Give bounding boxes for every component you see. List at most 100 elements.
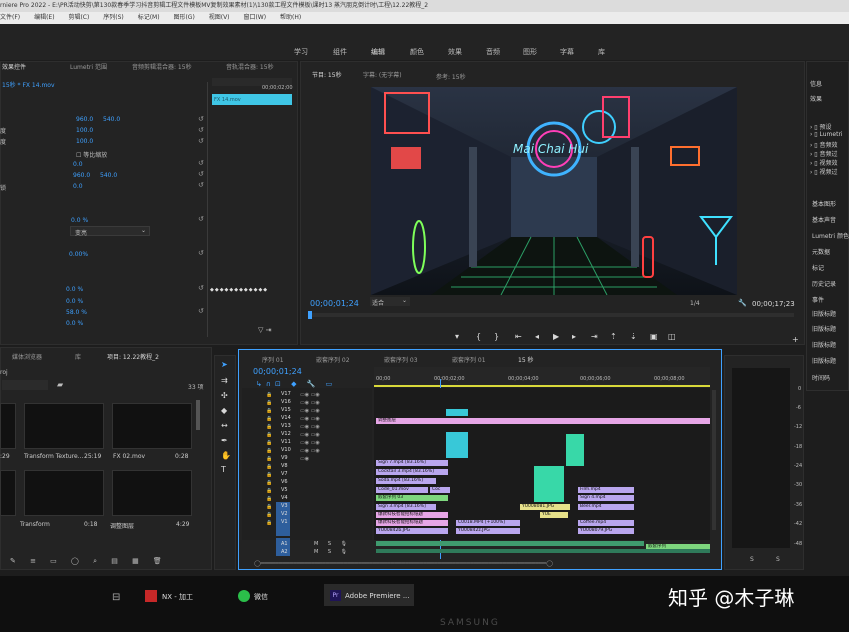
- param-pct-6[interactable]: 0.0 %: [66, 320, 83, 327]
- menu-help[interactable]: 帮助(H): [280, 14, 301, 21]
- timeline-clip[interactable]: YU008081.JPG: [520, 504, 570, 510]
- effects-tree-presets[interactable]: › ▯ 预设: [810, 122, 832, 131]
- timeline-clip[interactable]: Beer.mp4: [578, 504, 634, 510]
- reset-icon[interactable]: ↺: [198, 284, 204, 292]
- ws-learn[interactable]: 学习: [294, 47, 308, 57]
- anchor-y[interactable]: 540.0: [100, 172, 117, 179]
- track-label[interactable]: V9: [281, 455, 288, 461]
- tab-15sec[interactable]: 15 秒: [518, 355, 534, 364]
- comparison-view-icon[interactable]: ◫: [668, 332, 676, 341]
- time-remap-pct[interactable]: 0.00%: [69, 251, 88, 258]
- blend-mode-select[interactable]: 变亮 ⌄: [70, 226, 150, 237]
- hand-tool-icon[interactable]: ✋: [221, 451, 231, 460]
- track-label[interactable]: V15: [281, 407, 291, 413]
- panel-legacy-title-1[interactable]: 旧版标题: [812, 309, 836, 318]
- work-area-bar[interactable]: [374, 385, 710, 387]
- add-button-icon[interactable]: +: [792, 335, 799, 344]
- clip-cyan[interactable]: [446, 432, 468, 458]
- tab-effects[interactable]: 效果: [810, 94, 822, 103]
- timeline-clip[interactable]: Code_01.mov: [376, 487, 428, 493]
- taskbar-item-premiere[interactable]: Adobe Premiere ...: [345, 592, 410, 600]
- step-back-icon[interactable]: ◂: [535, 332, 539, 341]
- timeline-clip[interactable]: Sign 4.mp4: [578, 495, 634, 501]
- track-label[interactable]: V14: [281, 415, 291, 421]
- panel-legacy-title-3[interactable]: 旧版标题: [812, 340, 836, 349]
- timeline-clip[interactable]: YU008079.JPG: [578, 528, 634, 534]
- timeline-clip[interactable]: C0018.MP4 [+100%]: [456, 520, 520, 526]
- track-label[interactable]: V7: [281, 471, 288, 477]
- audio-track-controls[interactable]: M S 🎙: [314, 549, 351, 555]
- panel-lumetri-color[interactable]: Lumetri 颜色: [812, 231, 849, 240]
- panel-events[interactable]: 事件: [812, 295, 824, 304]
- extract-icon[interactable]: ⇣: [630, 332, 637, 341]
- menu-sequence[interactable]: 序列(S): [103, 14, 124, 21]
- ws-assembly[interactable]: 组件: [333, 47, 347, 57]
- menu-view[interactable]: 视图(V): [209, 14, 230, 21]
- track-label[interactable]: V11: [281, 439, 291, 445]
- ws-color[interactable]: 颜色: [410, 47, 424, 57]
- opacity-pct[interactable]: 0.0 %: [71, 217, 88, 224]
- track-label[interactable]: V3: [281, 503, 288, 509]
- reset-icon[interactable]: ↺: [198, 137, 204, 145]
- panel-markers[interactable]: 标记: [812, 263, 824, 272]
- clip-teal[interactable]: [566, 434, 584, 466]
- program-scrub-bar[interactable]: [308, 313, 794, 317]
- timeline-scrollbar[interactable]: [712, 390, 716, 530]
- timeline-clip[interactable]: 嵌套序列 03: [376, 495, 448, 501]
- lift-icon[interactable]: ⇡: [610, 332, 617, 341]
- menu-file[interactable]: 文件(F): [0, 14, 20, 21]
- mark-out-icon[interactable]: }: [494, 332, 499, 341]
- panel-timecode[interactable]: 时间码: [812, 373, 830, 382]
- taskbar-item-nx[interactable]: NX - 加工: [162, 592, 193, 602]
- razor-icon[interactable]: ◆: [221, 406, 227, 415]
- tab-nested-03[interactable]: 嵌套序列 03: [384, 355, 418, 364]
- go-to-out-icon[interactable]: ⇥: [591, 332, 598, 341]
- anchor-x[interactable]: 960.0: [73, 172, 90, 179]
- ws-libraries[interactable]: 库: [598, 47, 605, 57]
- go-to-in-icon[interactable]: ⇤: [515, 332, 522, 341]
- track-label[interactable]: V5: [281, 487, 288, 493]
- audio-clip[interactable]: [376, 541, 644, 546]
- track-label[interactable]: A1: [281, 541, 288, 547]
- timeline-clip[interactable]: Soda.mp4 [83.16%]: [376, 478, 436, 484]
- track-label[interactable]: V2: [281, 511, 288, 517]
- param-pct-5[interactable]: 58.0 %: [66, 309, 87, 316]
- tab-reference[interactable]: 参考: 15秒: [436, 72, 466, 81]
- menu-graphics[interactable]: 图形(G): [173, 14, 194, 21]
- track-label[interactable]: V10: [281, 447, 291, 453]
- timeline-clip[interactable]: Sign 3.mp4 [83.16%]: [376, 504, 436, 510]
- ws-graphics[interactable]: 图形: [523, 47, 537, 57]
- audio-track-controls[interactable]: M S 🎙: [314, 541, 351, 547]
- tab-effect-controls[interactable]: 效果控件: [2, 62, 26, 71]
- reset-icon[interactable]: ↺: [198, 115, 204, 123]
- project-thumbnail[interactable]: [24, 470, 104, 516]
- taskbar-item-wechat[interactable]: 微信: [254, 592, 268, 602]
- timeline-clip[interactable]: Coc: [430, 487, 450, 493]
- timeline-zoom-icon[interactable]: ◯━━━━━━━━━━━━━━━━━━━━━━━━━━━━━━━━━━━━━━━…: [254, 560, 553, 567]
- track-select-icon[interactable]: ⇉: [221, 376, 228, 385]
- rotation-value[interactable]: 0.0: [73, 161, 83, 168]
- track-label[interactable]: V17: [281, 391, 291, 397]
- ws-captions[interactable]: 字幕: [560, 47, 574, 57]
- track-label[interactable]: A2: [281, 549, 288, 555]
- track-label[interactable]: V13: [281, 423, 291, 429]
- reset-icon[interactable]: ↺: [198, 126, 204, 134]
- reset-icon[interactable]: ↺: [198, 181, 204, 189]
- reset-icon[interactable]: ↺: [198, 307, 204, 315]
- filter-icon[interactable]: ▽ ⇥: [258, 326, 271, 334]
- reset-icon[interactable]: ↺: [198, 215, 204, 223]
- meter-solo-right[interactable]: S: [776, 556, 780, 563]
- track-visibility-icons[interactable]: ▭◉ ▭◉ ▭◉ ▭◉ ▭◉ ▭◉ ▭◉ ▭◉ ▭◉ ▭◉ ▭◉ ▭◉ ▭◉ ▭…: [300, 391, 320, 463]
- track-label[interactable]: V4: [281, 495, 288, 501]
- effects-tree-lumetri[interactable]: › ▯ Lumetri: [810, 131, 843, 138]
- mark-in-icon[interactable]: {: [476, 332, 481, 341]
- task-view-icon[interactable]: ⊟: [112, 592, 120, 603]
- pen-tool-icon[interactable]: ✒: [221, 436, 228, 445]
- keyframe-diamonds[interactable]: ◆◆◆◆◆◆◆◆◆◆◆◆: [210, 287, 268, 293]
- flicker-value[interactable]: 0.0: [73, 183, 83, 190]
- ripple-edit-icon[interactable]: ✣: [221, 391, 228, 400]
- project-thumbnail[interactable]: [112, 403, 192, 449]
- tab-nested-01[interactable]: 嵌套序列 01: [452, 355, 486, 364]
- tab-captions[interactable]: 字幕: (无字幕): [363, 70, 402, 79]
- panel-history[interactable]: 历史记录: [812, 279, 836, 288]
